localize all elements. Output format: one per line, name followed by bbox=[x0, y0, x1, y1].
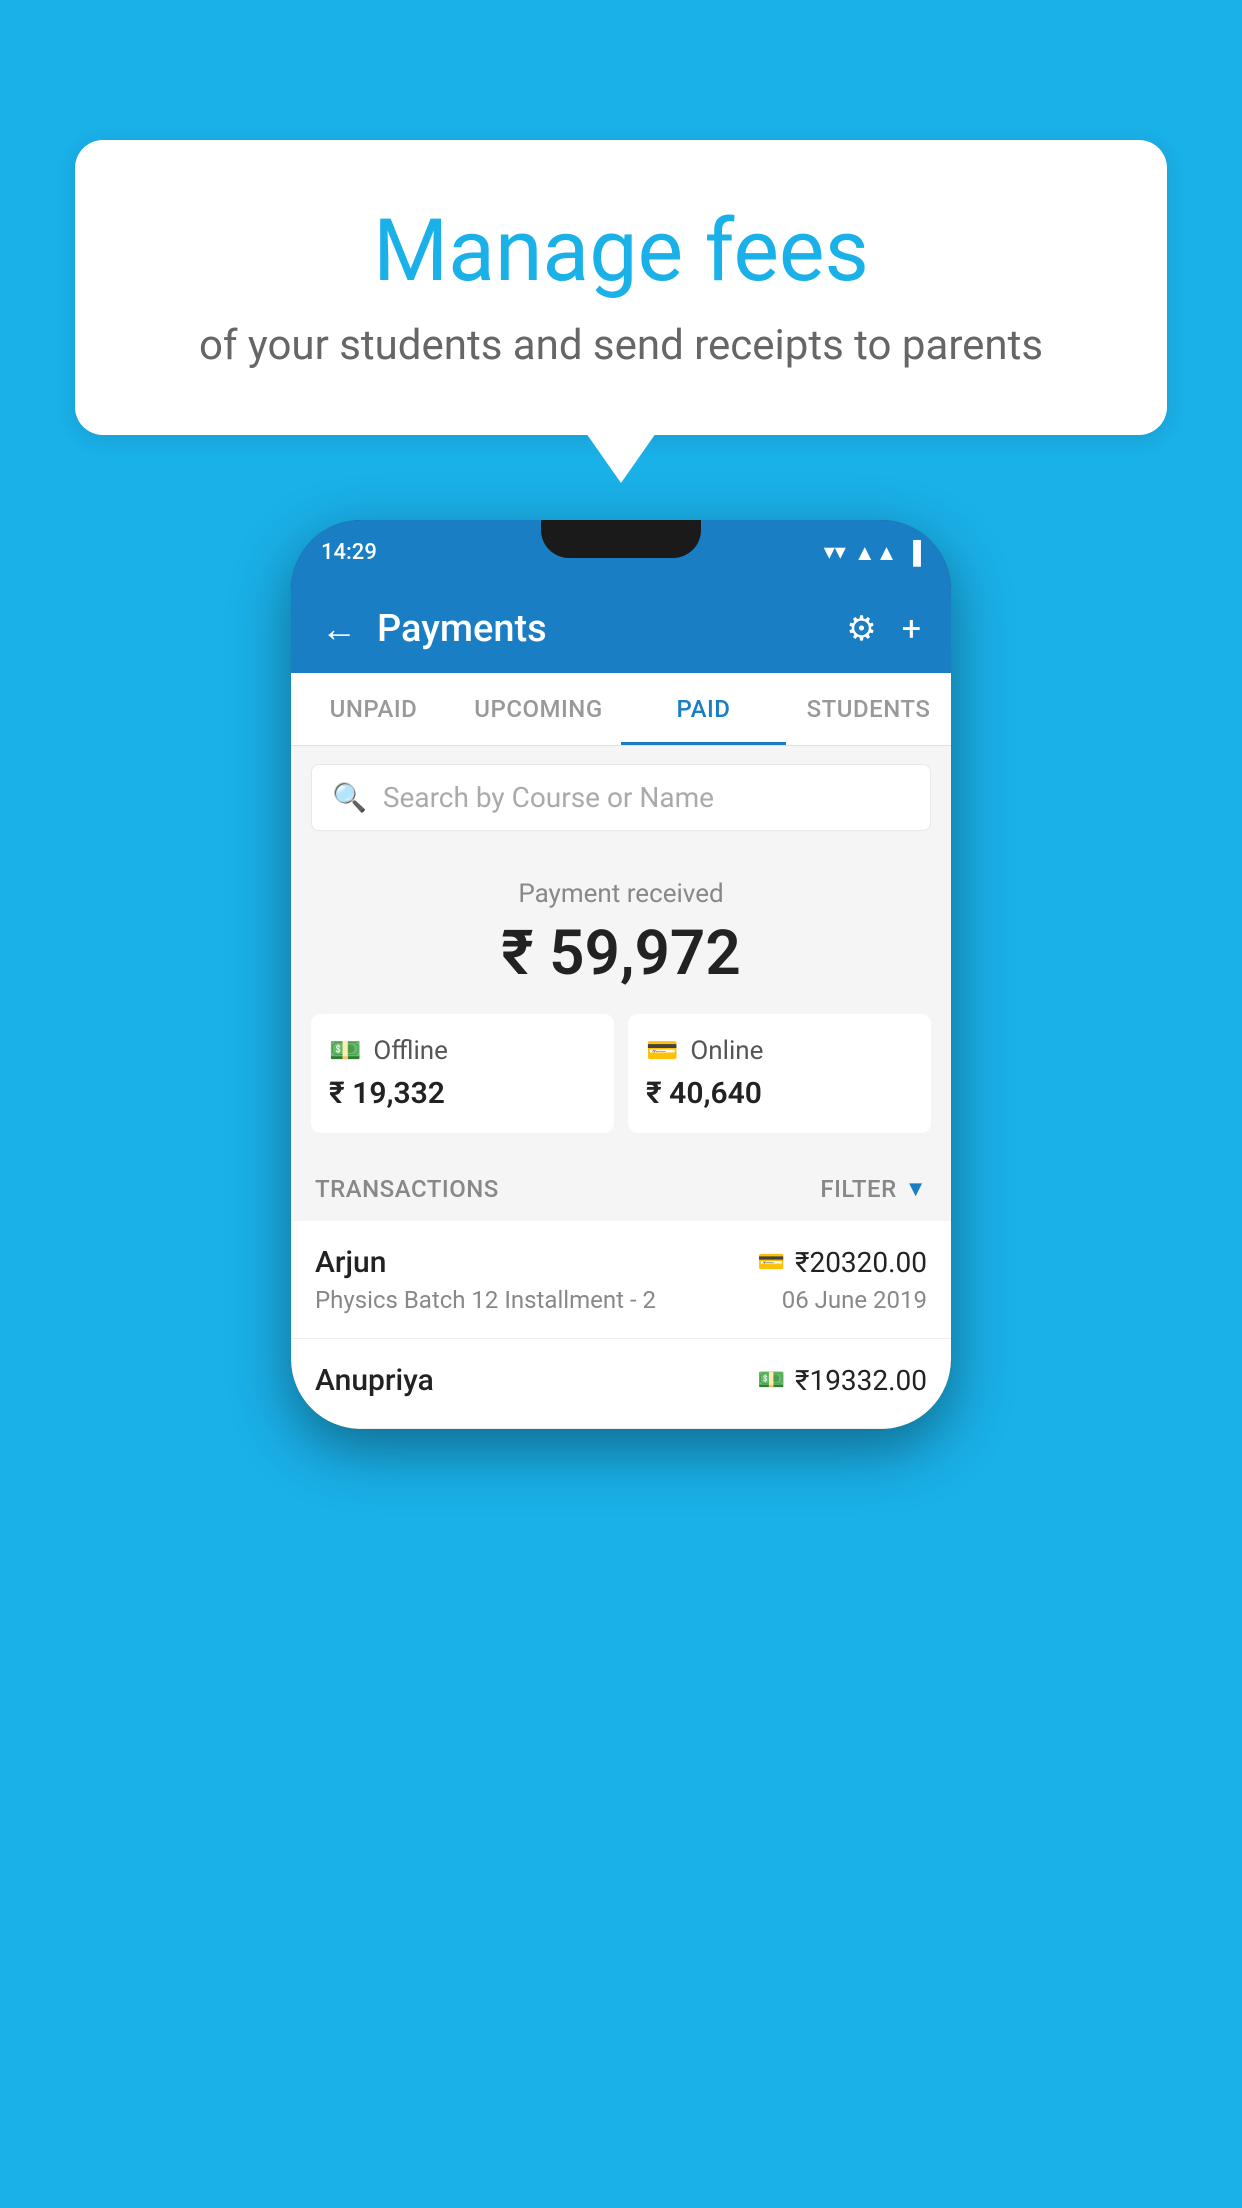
card-icon: 💳 bbox=[646, 1036, 678, 1066]
phone-wrapper: 14:29 ▾▾ ▲▲ ▐ ← Payments ⚙ + bbox=[291, 520, 951, 1429]
transaction-amount-wrap: 💳 ₹20320.00 bbox=[758, 1246, 927, 1279]
transaction-name: Arjun bbox=[315, 1245, 386, 1280]
transaction-row[interactable]: Anupriya 💵 ₹19332.00 bbox=[291, 1339, 951, 1429]
search-input[interactable]: Search by Course or Name bbox=[383, 781, 714, 814]
manage-fees-title: Manage fees bbox=[155, 200, 1087, 301]
page-title: Payments bbox=[377, 607, 547, 651]
tab-students[interactable]: STUDENTS bbox=[786, 673, 951, 745]
filter-label: FILTER bbox=[820, 1175, 896, 1203]
speech-bubble: Manage fees of your students and send re… bbox=[75, 140, 1167, 435]
payment-cards: 💵 Offline ₹ 19,332 💳 Online ₹ 40,640 bbox=[311, 1014, 931, 1133]
status-icons: ▾▾ ▲▲ ▐ bbox=[824, 540, 921, 566]
payment-summary: Payment received ₹ 59,972 💵 Offline ₹ 19… bbox=[291, 849, 951, 1157]
add-button[interactable]: + bbox=[902, 609, 921, 649]
offline-card: 💵 Offline ₹ 19,332 bbox=[311, 1014, 614, 1133]
status-time: 14:29 bbox=[321, 540, 377, 565]
transaction-name: Anupriya bbox=[315, 1363, 434, 1398]
offline-label: Offline bbox=[373, 1036, 448, 1066]
phone: 14:29 ▾▾ ▲▲ ▐ ← Payments ⚙ + bbox=[291, 520, 951, 1429]
offline-amount: ₹ 19,332 bbox=[329, 1076, 596, 1111]
transactions-label: TRANSACTIONS bbox=[315, 1175, 499, 1203]
speech-bubble-container: Manage fees of your students and send re… bbox=[75, 140, 1167, 435]
online-amount: ₹ 40,640 bbox=[646, 1076, 913, 1111]
header-right: ⚙ + bbox=[846, 609, 921, 649]
transactions-header: TRANSACTIONS FILTER ▼ bbox=[291, 1157, 951, 1221]
online-card-header: 💳 Online bbox=[646, 1036, 913, 1066]
transaction-row[interactable]: Arjun 💳 ₹20320.00 Physics Batch 12 Insta… bbox=[291, 1221, 951, 1339]
online-label: Online bbox=[690, 1036, 763, 1066]
tab-unpaid[interactable]: UNPAID bbox=[291, 673, 456, 745]
tabs: UNPAID UPCOMING PAID STUDENTS bbox=[291, 673, 951, 746]
back-button[interactable]: ← bbox=[321, 608, 357, 650]
payment-mode-icon: 💳 bbox=[758, 1250, 785, 1275]
payment-received-label: Payment received bbox=[311, 879, 931, 909]
online-card: 💳 Online ₹ 40,640 bbox=[628, 1014, 931, 1133]
offline-card-header: 💵 Offline bbox=[329, 1036, 596, 1066]
tab-upcoming[interactable]: UPCOMING bbox=[456, 673, 621, 745]
tab-paid[interactable]: PAID bbox=[621, 673, 786, 745]
transaction-top: Arjun 💳 ₹20320.00 bbox=[315, 1245, 927, 1280]
payment-total-amount: ₹ 59,972 bbox=[311, 917, 931, 990]
signal-icon: ▲▲ bbox=[854, 540, 898, 566]
wifi-icon: ▾▾ bbox=[824, 540, 846, 565]
app-header: ← Payments ⚙ + bbox=[291, 585, 951, 673]
transaction-amount: ₹19332.00 bbox=[795, 1364, 927, 1397]
status-bar: 14:29 ▾▾ ▲▲ ▐ bbox=[291, 520, 951, 585]
transaction-top: Anupriya 💵 ₹19332.00 bbox=[315, 1363, 927, 1398]
phone-screen: 14:29 ▾▾ ▲▲ ▐ ← Payments ⚙ + bbox=[291, 520, 951, 1429]
header-left: ← Payments bbox=[321, 607, 547, 651]
search-bar[interactable]: 🔍 Search by Course or Name bbox=[311, 764, 931, 831]
battery-icon: ▐ bbox=[905, 540, 921, 566]
transaction-bottom: Physics Batch 12 Installment - 2 06 June… bbox=[315, 1286, 927, 1314]
cash-icon: 💵 bbox=[329, 1036, 361, 1066]
payment-mode-icon: 💵 bbox=[758, 1368, 785, 1393]
filter-button[interactable]: FILTER ▼ bbox=[820, 1175, 927, 1203]
transaction-date: 06 June 2019 bbox=[782, 1286, 927, 1314]
search-container: 🔍 Search by Course or Name bbox=[291, 746, 951, 849]
transaction-course: Physics Batch 12 Installment - 2 bbox=[315, 1286, 656, 1314]
manage-fees-subtitle: of your students and send receipts to pa… bbox=[155, 321, 1087, 370]
transaction-amount: ₹20320.00 bbox=[795, 1246, 927, 1279]
transaction-amount-wrap: 💵 ₹19332.00 bbox=[758, 1364, 927, 1397]
settings-icon[interactable]: ⚙ bbox=[846, 609, 876, 649]
search-icon: 🔍 bbox=[332, 781, 367, 814]
filter-icon: ▼ bbox=[905, 1176, 927, 1202]
